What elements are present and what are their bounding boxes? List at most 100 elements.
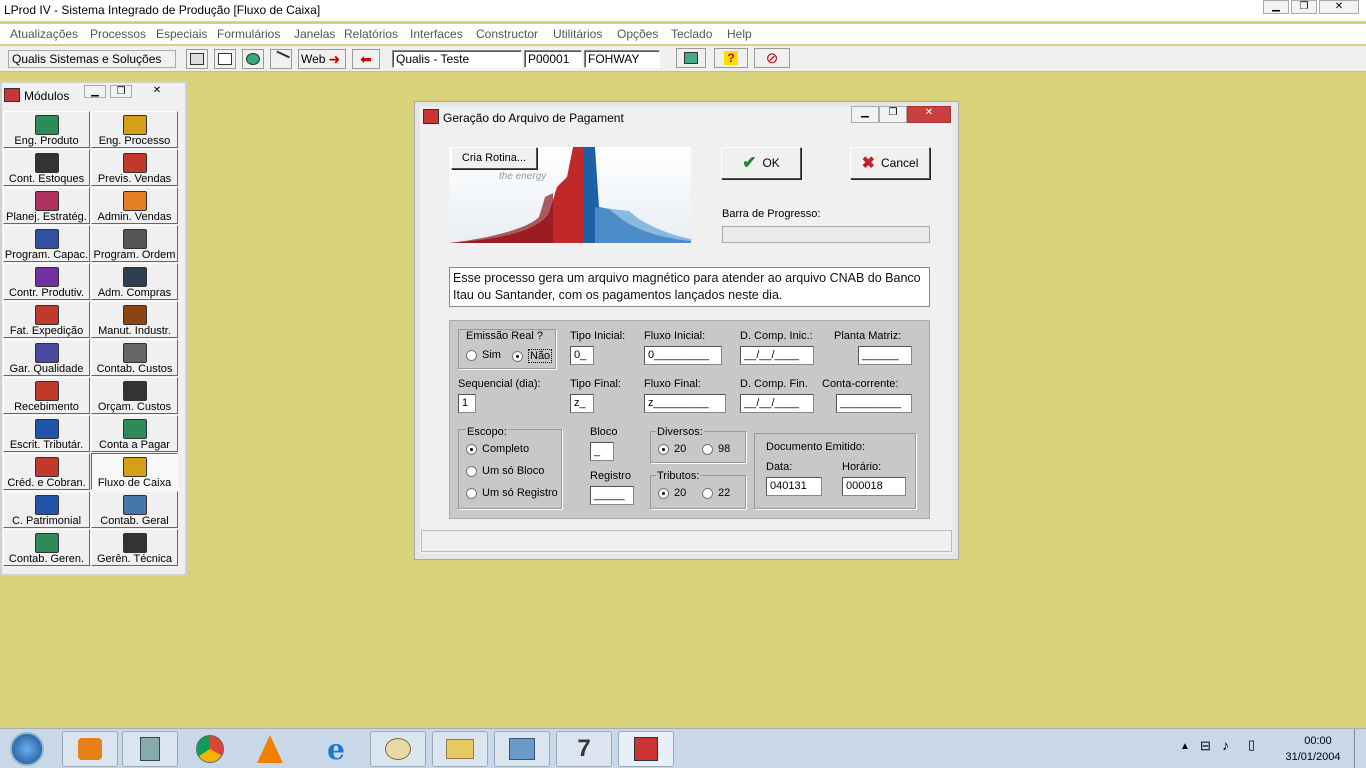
module-button-1[interactable]: Eng. Processo [91,111,178,148]
tray-device-icon[interactable]: ▯ [1248,737,1255,753]
module-button-11[interactable]: Manut. Industr. [91,301,178,338]
menu-item-5[interactable]: Relatórios [344,27,398,41]
module-button-20[interactable]: C. Patrimonial [3,491,90,528]
menu-item-3[interactable]: Formulários [217,27,280,41]
conta-corrente-input[interactable]: __________ [836,394,912,413]
emissao-sim-radio[interactable]: Sim [466,349,501,361]
menu-item-11[interactable]: Help [727,27,752,41]
ok-button[interactable]: ✔ OK [721,147,801,179]
module-button-2[interactable]: Cont. Estoques [3,149,90,186]
tipo-final-input[interactable]: z_ [570,394,594,413]
taskbar-calculator[interactable] [122,731,178,767]
cria-rotina-button[interactable]: Cria Rotina... [451,147,537,169]
module-button-3[interactable]: Previs. Vendas [91,149,178,186]
data-input[interactable]: 040131 [766,477,822,496]
module-button-5[interactable]: Admin. Vendas [91,187,178,224]
registro-input[interactable]: _____ [590,486,634,505]
start-button[interactable] [2,731,52,767]
folder-icon [446,739,474,759]
menu-item-1[interactable]: Processos [90,27,146,41]
menu-item-4[interactable]: Janelas [294,27,335,41]
taskbar-media-player[interactable] [62,731,118,767]
modules-maximize-button[interactable]: ❐ [110,85,132,98]
modules-close-button[interactable]: ✕ [146,85,168,98]
menu-item-7[interactable]: Constructor [476,27,538,41]
computer-icon[interactable] [676,48,706,68]
menu-item-2[interactable]: Especiais [156,27,207,41]
module-button-8[interactable]: Contr. Produtiv. [3,263,90,300]
module-button-23[interactable]: Gerên. Técnica [91,529,178,566]
dialog-maximize-button[interactable]: ❐ [879,106,907,123]
tributos-22-radio[interactable]: 22 [702,487,730,499]
module-button-21[interactable]: Contab. Geral [91,491,178,528]
module-button-19[interactable]: Fluxo de Caixa [91,453,178,490]
minimize-button[interactable]: ▁ [1263,0,1289,14]
d-comp-fin-input[interactable]: __/__/____ [740,394,814,413]
taskbar-lprod[interactable] [618,731,674,767]
help-icon[interactable]: ? [714,48,748,68]
media-player-icon [78,738,102,760]
fluxo-inicial-input[interactable]: 0_________ [644,346,722,365]
tray-expand-icon[interactable]: ▲ [1180,741,1190,752]
diversos-98-radio[interactable]: 98 [702,443,730,455]
bloco-input[interactable]: _ [590,442,614,461]
calendar-icon[interactable] [214,49,236,69]
tray-volume-icon[interactable]: ♪ [1222,737,1229,753]
maximize-button[interactable]: ❐ [1291,0,1317,14]
tray-network-icon[interactable]: ⊟ [1200,738,1211,754]
menu-item-9[interactable]: Opções [617,27,658,41]
escopo-registro-radio[interactable]: Um só Registro [466,487,558,499]
module-button-9[interactable]: Adm. Compras [91,263,178,300]
quit-icon[interactable]: ⊘ [754,48,790,68]
taskbar-chrome[interactable] [182,731,238,767]
tipo-inicial-input[interactable]: 0_ [570,346,594,365]
fluxo-final-input[interactable]: z_________ [644,394,726,413]
modules-minimize-button[interactable]: ▁ [84,85,106,98]
pen-icon[interactable] [270,49,292,69]
taskbar-vlc[interactable] [242,731,298,767]
taskbar-paint[interactable] [370,731,426,767]
clock-date[interactable]: 31/01/2004 [1280,751,1346,763]
module-button-14[interactable]: Recebimento [3,377,90,414]
module-button-7[interactable]: Program. Ordem [91,225,178,262]
web-button[interactable]: Web ➜ [298,49,346,69]
escopo-bloco-radio[interactable]: Um só Bloco [466,465,544,477]
menu-item-0[interactable]: Atualizações [10,27,78,41]
escopo-completo-radio[interactable]: Completo [466,443,529,455]
calculator-icon[interactable] [186,49,208,69]
close-button[interactable]: ✕ [1319,0,1359,14]
dialog-close-button[interactable]: ✕ [907,106,951,123]
horario-label: Horário: [842,461,882,473]
module-button-15[interactable]: Orçam. Custos [91,377,178,414]
cancel-button[interactable]: ✖ Cancel [850,147,930,179]
diversos-20-radio[interactable]: 20 [658,443,686,455]
taskbar-7zip[interactable]: 7 [556,731,612,767]
taskbar-network[interactable] [494,731,550,767]
menu-item-10[interactable]: Teclado [671,27,712,41]
dialog-minimize-button[interactable]: ▁ [851,106,879,123]
module-button-4[interactable]: Planej. Estratég. [3,187,90,224]
module-button-13[interactable]: Contab. Custos [91,339,178,376]
module-button-12[interactable]: Gar. Qualidade [3,339,90,376]
module-button-6[interactable]: Program. Capac. [3,225,90,262]
world-icon[interactable] [242,49,264,69]
taskbar-ie[interactable]: e [308,731,364,767]
module-button-17[interactable]: Conta a Pagar [91,415,178,452]
module-button-10[interactable]: Fat. Expedição [3,301,90,338]
menu-item-8[interactable]: Utilitários [553,27,602,41]
taskbar-explorer[interactable] [432,731,488,767]
show-desktop-button[interactable] [1354,729,1366,768]
exit-icon[interactable]: ⬅ [352,49,380,69]
emissao-nao-radio[interactable]: Não [512,349,553,363]
menu-item-6[interactable]: Interfaces [410,27,463,41]
horario-input[interactable]: 000018 [842,477,906,496]
clock-time[interactable]: 00:00 [1296,735,1340,747]
sequencial-input[interactable]: 1 [458,394,476,413]
module-button-0[interactable]: Eng. Produto [3,111,90,148]
tributos-20-radio[interactable]: 20 [658,487,686,499]
d-comp-inic-input[interactable]: __/__/____ [740,346,814,365]
module-button-16[interactable]: Escrit. Tributár. [3,415,90,452]
planta-matriz-input[interactable]: ______ [858,346,912,365]
module-button-18[interactable]: Créd. e Cobran. [3,453,90,490]
module-button-22[interactable]: Contab. Geren. [3,529,90,566]
